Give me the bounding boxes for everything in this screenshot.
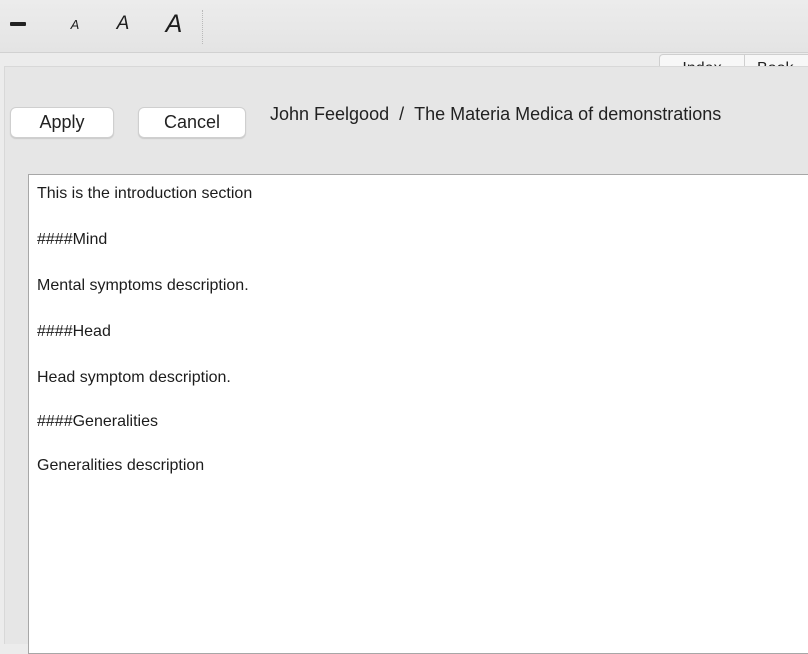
editor-line: Mental symptoms description. bbox=[37, 277, 249, 294]
toolbar-separator bbox=[202, 10, 203, 44]
breadcrumb-separator: / bbox=[399, 104, 405, 124]
text-editor[interactable]: This is the introduction section ####Min… bbox=[28, 174, 808, 654]
font-size-small-button[interactable]: A bbox=[64, 8, 86, 40]
editor-line: Head symptom description. bbox=[37, 369, 231, 386]
decrease-font-button[interactable] bbox=[4, 8, 32, 40]
font-size-medium-button[interactable]: A bbox=[110, 8, 136, 40]
toolbar: A A A bbox=[0, 0, 808, 53]
cancel-button[interactable]: Cancel bbox=[138, 107, 246, 138]
breadcrumb: John Feelgood / The Materia Medica of demo… bbox=[270, 104, 808, 125]
editor-line: Generalities description bbox=[37, 457, 205, 474]
editor-line: ####Head bbox=[37, 323, 111, 340]
breadcrumb-author: John Feelgood bbox=[270, 104, 390, 124]
font-size-large-button[interactable]: A bbox=[160, 8, 188, 40]
breadcrumb-title: The Materia Medica of demonstrations bbox=[414, 104, 722, 124]
editor-line: ####Generalities bbox=[37, 413, 158, 430]
apply-button[interactable]: Apply bbox=[10, 107, 114, 138]
editor-line: ####Mind bbox=[37, 231, 108, 248]
editor-line: This is the introduction section bbox=[37, 185, 253, 202]
minus-icon bbox=[10, 22, 26, 26]
